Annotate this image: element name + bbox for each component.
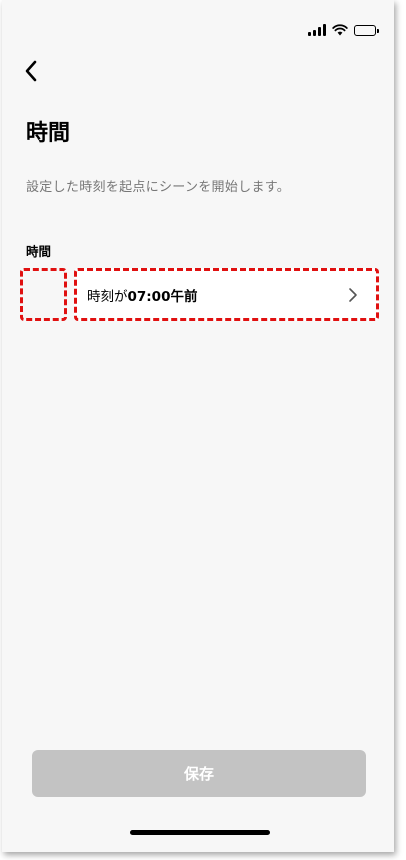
- signal-icon: [308, 24, 326, 36]
- page-title: 時間: [26, 121, 71, 146]
- home-indicator: [130, 830, 270, 835]
- time-value: 07:00午前: [127, 288, 198, 305]
- empty-slot[interactable]: [20, 268, 67, 321]
- section-label: 時間: [26, 244, 52, 259]
- back-arrow-icon: [25, 60, 37, 82]
- status-bar: [308, 21, 379, 40]
- wifi-icon: [332, 21, 348, 40]
- time-setting-row[interactable]: 時刻が07:00午前: [74, 268, 379, 321]
- save-button[interactable]: 保存: [32, 750, 366, 797]
- phone-screen: 時間 設定した時刻を起点にシーンを開始します。 時間 時刻が07:00午前 保存: [2, 0, 394, 852]
- page-description: 設定した時刻を起点にシーンを開始します。: [26, 180, 291, 195]
- chevron-right-icon: [349, 287, 357, 302]
- time-setting-text: 時刻が07:00午前: [87, 285, 197, 305]
- back-button[interactable]: [16, 56, 46, 86]
- battery-icon: [354, 24, 379, 36]
- time-prefix: 時刻が: [87, 288, 128, 305]
